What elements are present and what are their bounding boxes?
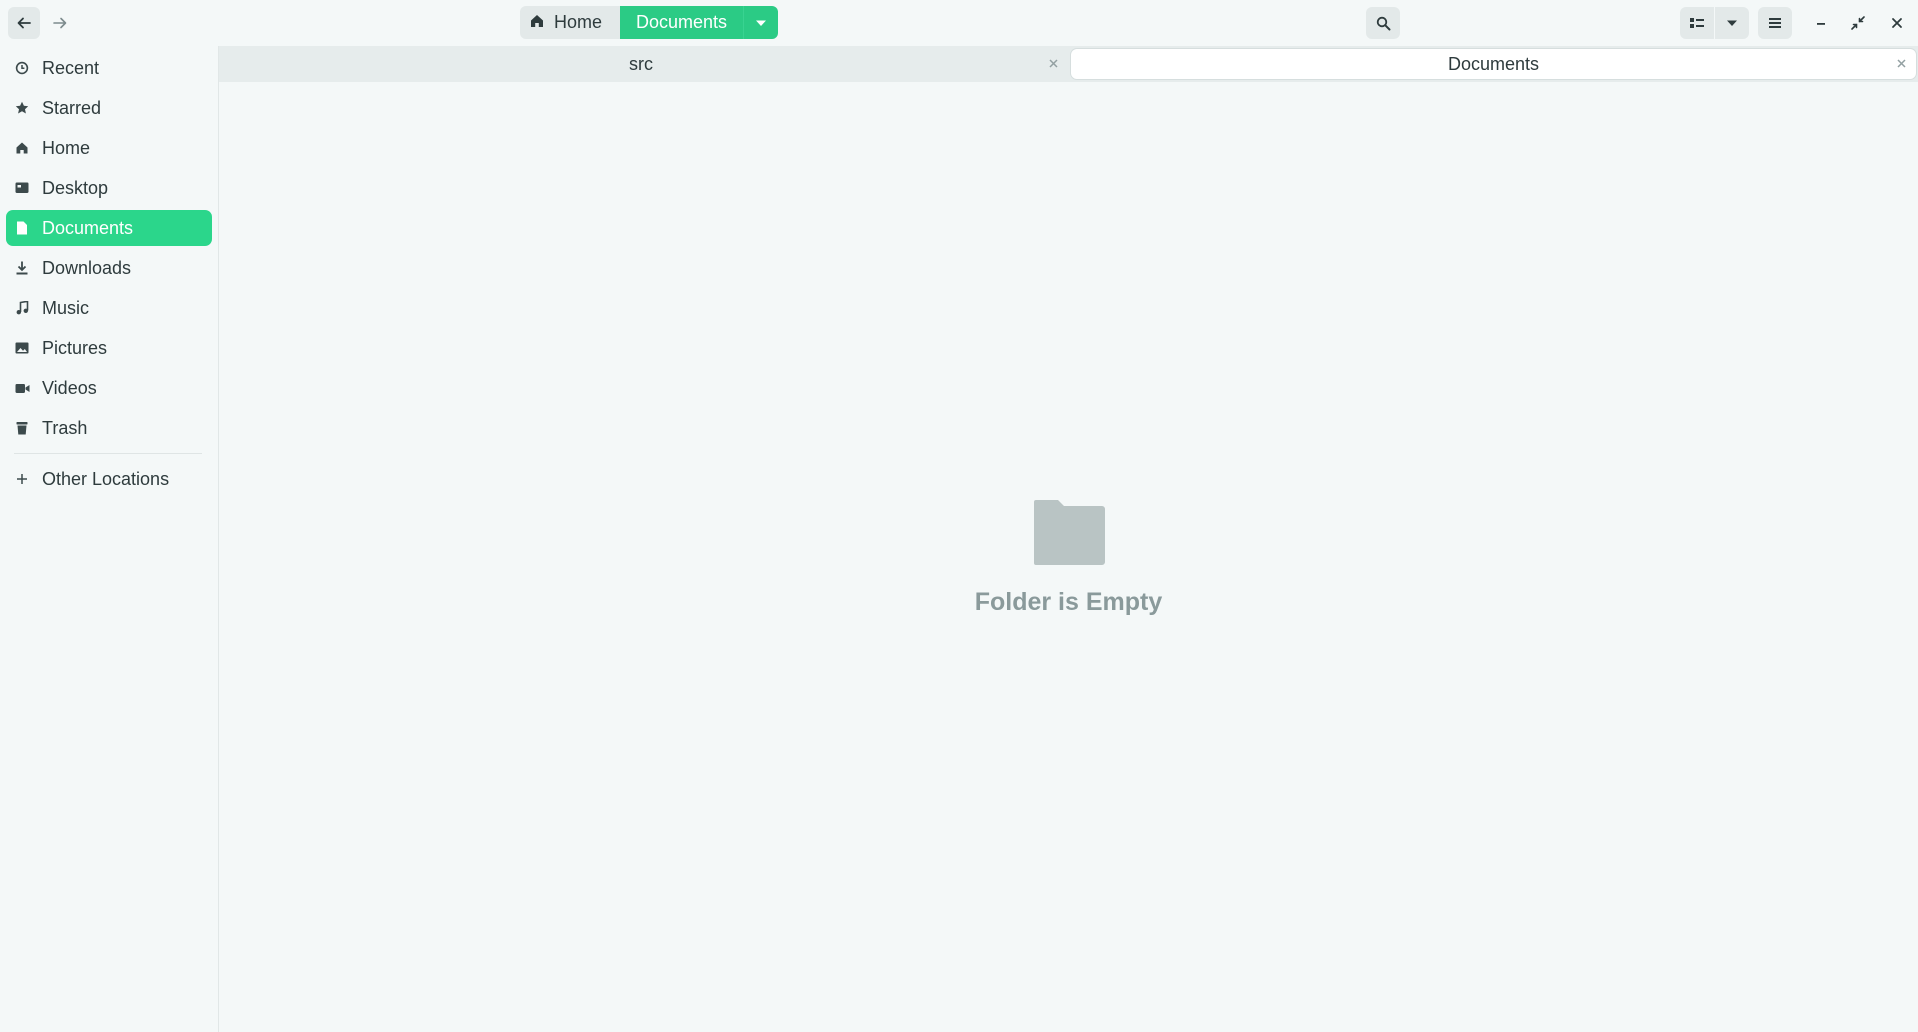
path-current-label: Documents xyxy=(636,12,728,32)
main-menu-button[interactable] xyxy=(1758,7,1792,39)
sidebar-item-label: Music xyxy=(42,297,90,318)
close-icon xyxy=(1048,55,1058,73)
empty-folder-message: Folder is Empty xyxy=(974,588,1163,616)
minimize-icon xyxy=(1815,17,1827,29)
arrow-left-icon xyxy=(16,15,32,31)
restore-button[interactable] xyxy=(1843,7,1873,39)
tab-bar: src Documents xyxy=(219,46,1918,82)
path-home-button[interactable]: Home xyxy=(520,6,621,39)
home-icon xyxy=(530,12,544,33)
sidebar-item-documents[interactable]: Documents xyxy=(6,210,212,246)
folder-icon xyxy=(1034,500,1106,571)
search-icon xyxy=(1376,16,1391,31)
sidebar-item-label: Desktop xyxy=(42,177,109,198)
forward-button[interactable] xyxy=(44,7,76,39)
view-options-dropdown[interactable] xyxy=(1715,7,1749,39)
view-mode-button[interactable] xyxy=(1680,7,1714,39)
picture-icon xyxy=(8,342,36,354)
restore-icon xyxy=(1851,16,1865,30)
sidebar-item-starred[interactable]: Starred xyxy=(6,90,212,126)
tab-label: src xyxy=(629,53,653,74)
file-manager-window: Home Documents Recent Starred Home Deskt… xyxy=(0,0,1918,1032)
sidebar-item-home[interactable]: Home xyxy=(6,130,212,166)
sidebar-item-label: Trash xyxy=(42,417,88,438)
sidebar-item-pictures[interactable]: Pictures xyxy=(6,330,212,366)
tab-documents-close-button[interactable] xyxy=(1893,56,1909,72)
sidebar-separator xyxy=(14,453,202,454)
sidebar-item-label: Videos xyxy=(42,377,97,398)
close-icon xyxy=(1891,17,1903,29)
tab-src[interactable]: src xyxy=(219,49,1063,79)
clock-icon xyxy=(8,61,36,75)
tab-documents[interactable]: Documents xyxy=(1071,49,1916,79)
sidebar-item-recent[interactable]: Recent xyxy=(6,50,212,86)
sidebar-item-trash[interactable]: Trash xyxy=(6,410,212,446)
sidebar-item-label: Recent xyxy=(42,57,100,78)
video-icon xyxy=(8,383,36,394)
document-icon xyxy=(8,221,36,235)
music-icon xyxy=(8,301,36,315)
chevron-down-icon xyxy=(1726,19,1738,27)
path-current-button[interactable]: Documents xyxy=(620,6,744,39)
sidebar-item-label: Other Locations xyxy=(42,468,170,489)
sidebar-item-label: Documents xyxy=(42,217,134,238)
tab-label: Documents xyxy=(1447,53,1540,74)
sidebar-item-videos[interactable]: Videos xyxy=(6,370,212,406)
sidebar-item-label: Home xyxy=(42,137,91,158)
home-icon xyxy=(8,141,36,155)
sidebar-item-music[interactable]: Music xyxy=(6,290,212,326)
star-icon xyxy=(8,101,36,115)
search-button[interactable] xyxy=(1366,7,1400,39)
file-view[interactable]: Folder is Empty xyxy=(219,82,1918,1032)
sidebar-item-other-locations[interactable]: Other Locations xyxy=(6,461,212,497)
trash-icon xyxy=(8,421,36,435)
sidebar-item-label: Downloads xyxy=(42,257,132,278)
sidebar-item-downloads[interactable]: Downloads xyxy=(6,250,212,286)
minimize-button[interactable] xyxy=(1806,7,1836,39)
sidebar-item-desktop[interactable]: Desktop xyxy=(6,170,212,206)
sidebar: Recent Starred Home Desktop Documents Do… xyxy=(0,46,219,1032)
close-icon xyxy=(1896,55,1906,73)
chevron-down-icon xyxy=(755,14,767,32)
back-button[interactable] xyxy=(8,7,40,39)
path-dropdown-button[interactable] xyxy=(743,6,779,39)
close-window-button[interactable] xyxy=(1882,7,1912,39)
hamburger-menu-icon xyxy=(1768,17,1782,29)
plus-icon xyxy=(8,473,36,485)
sidebar-item-label: Pictures xyxy=(42,337,108,358)
path-bar: Home Documents xyxy=(520,6,779,39)
tab-src-close-button[interactable] xyxy=(1045,56,1061,72)
desktop-icon xyxy=(8,182,36,194)
list-view-icon xyxy=(1690,17,1704,29)
path-home-label: Home xyxy=(554,12,603,32)
header-bar: Home Documents xyxy=(0,0,1918,46)
sidebar-item-label: Starred xyxy=(42,97,102,118)
arrow-right-icon xyxy=(52,15,68,31)
download-icon xyxy=(8,261,36,275)
